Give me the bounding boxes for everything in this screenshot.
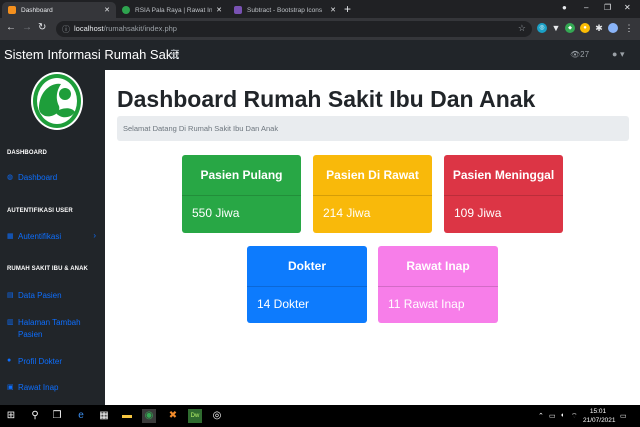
taskbar-clock[interactable]: 15:01 21/07/2021 <box>583 407 616 425</box>
info-icon[interactable]: ⓘ <box>62 24 70 35</box>
minimize-icon[interactable]: – <box>584 3 588 12</box>
book-icon: ▥ <box>7 319 14 326</box>
restore-icon[interactable]: ❐ <box>604 3 611 12</box>
app-icon[interactable]: ◎ <box>210 409 224 423</box>
page-title: Dashboard Rumah Sakit Ibu Dan Anak <box>117 86 536 112</box>
sidebar: DASHBOARD ◍ Dashboard AUTENTIFIKASI USER… <box>0 70 105 405</box>
address-bar[interactable]: ⓘ localhost/rumahsakit/index.php ☆ <box>56 21 532 37</box>
reload-icon[interactable]: ↻ <box>38 22 46 34</box>
tab-favicon-icon <box>234 6 242 14</box>
browser-tab-bootstrap-icons[interactable]: Subtract - Bootstrap Icons ✕ <box>228 2 342 18</box>
close-icon[interactable]: ✕ <box>104 6 110 14</box>
hospital-logo <box>31 72 83 130</box>
task-view-icon[interactable]: ❒ <box>50 409 64 423</box>
card-rawat-inap[interactable]: Rawat Inap 11 Rawat Inap <box>378 246 498 323</box>
forward-icon[interactable]: → <box>22 22 32 34</box>
sidebar-toggle-icon[interactable]: ☰ <box>170 48 180 61</box>
profile-avatar-icon[interactable] <box>608 23 618 33</box>
new-tab-icon[interactable]: + <box>344 3 351 15</box>
xampp-icon[interactable]: ✖ <box>166 409 180 423</box>
card-pasien-pulang[interactable]: Pasien Pulang 550 Jiwa <box>182 155 301 233</box>
tab-favicon-icon <box>8 6 16 14</box>
back-icon[interactable]: ← <box>6 22 16 34</box>
sidebar-heading: AUTENTIFIKASI USER <box>7 208 73 214</box>
card-value: 109 Jiwa <box>454 206 502 220</box>
card-value: 14 Dokter <box>257 297 310 311</box>
close-icon[interactable]: ✕ <box>330 6 336 14</box>
url-text: localhost/rumahsakit/index.php <box>74 24 177 33</box>
search-icon[interactable]: ⚲ <box>28 409 42 423</box>
windows-start-icon[interactable]: ⊞ <box>4 409 18 423</box>
table-icon: ▤ <box>7 292 14 299</box>
tab-label: Subtract - Bootstrap Icons <box>247 6 323 14</box>
wifi-icon[interactable]: ⌔ <box>571 412 578 421</box>
file-explorer-icon[interactable]: ▬ <box>120 409 134 423</box>
extensions-puzzle-icon[interactable]: ✱ <box>594 23 604 33</box>
card-title: Rawat Inap <box>378 246 498 287</box>
card-value: 214 Jiwa <box>323 206 371 220</box>
browser-toolbar: ← → ↻ ⓘ localhost/rumahsakit/index.php ☆… <box>0 18 640 40</box>
columns-icon: ▦ <box>7 233 14 240</box>
main-content: Dashboard Rumah Sakit Ibu Dan Anak Selam… <box>105 70 640 405</box>
window-close-icon[interactable]: ✕ <box>624 3 631 12</box>
sidebar-item-autentifikasi[interactable]: ▦ Autentifikasi › <box>7 231 102 243</box>
sidebar-item-rawat-inap[interactable]: ▣ Rawat Inap <box>7 382 102 394</box>
speedometer-icon: ◍ <box>7 174 14 181</box>
tab-favicon-icon <box>122 6 130 14</box>
user-menu[interactable]: ● ▾ <box>612 49 624 60</box>
network-icon[interactable]: ▭ <box>549 412 556 420</box>
views-counter: 👁27 <box>570 50 590 59</box>
users-icon: ● <box>7 357 12 364</box>
tab-label: RSIA Pala Raya | Rawat Inap <box>135 6 213 14</box>
bookmark-star-icon[interactable]: ☆ <box>518 23 526 34</box>
sidebar-item-profil-dokter[interactable]: ● Profil Dokter <box>7 356 102 368</box>
top-navbar: Sistem Informasi Rumah Sakit ☰ 👁27 ● ▾ <box>0 40 640 70</box>
chevron-right-icon: › <box>93 231 96 240</box>
edge-icon[interactable]: e <box>74 409 88 423</box>
sidebar-item-tambah-pasien[interactable]: ▥ Halaman Tambah Pasien <box>7 317 102 341</box>
card-title: Pasien Di Rawat <box>313 155 432 196</box>
tab-label: Dashboard <box>21 6 53 14</box>
extension-badge-icon[interactable]: ◆ <box>565 23 575 33</box>
card-title: Pasien Meninggal <box>444 155 563 196</box>
extension-icon[interactable]: ● <box>580 23 590 33</box>
dreamweaver-icon[interactable]: Dw <box>188 409 202 423</box>
brand-title[interactable]: Sistem Informasi Rumah Sakit <box>4 47 179 62</box>
card-pasien-di-rawat[interactable]: Pasien Di Rawat 214 Jiwa <box>313 155 432 233</box>
chrome-icon[interactable]: ◉ <box>142 409 156 423</box>
sidebar-item-dashboard[interactable]: ◍ Dashboard <box>7 172 102 184</box>
user-icon: ● <box>612 49 618 59</box>
hospital-icon: ▣ <box>7 384 14 391</box>
sidebar-item-data-pasien[interactable]: ▤ Data Pasien <box>7 290 102 302</box>
breadcrumb: Selamat Datang Di Rumah Sakit Ibu Dan An… <box>117 116 629 141</box>
sidebar-heading: DASHBOARD <box>7 150 47 156</box>
browser-tab-bar: Dashboard ✕ RSIA Pala Raya | Rawat Inap … <box>0 0 640 18</box>
browser-menu-icon[interactable]: ⋮ <box>624 23 634 33</box>
sidebar-heading: RUMAH SAKIT IBU & ANAK <box>7 266 88 272</box>
card-value: 11 Rawat Inap <box>388 297 465 311</box>
browser-tab-dashboard[interactable]: Dashboard ✕ <box>2 2 116 18</box>
vpn-icon[interactable]: ▼ <box>551 23 561 33</box>
eye-icon: 👁 <box>570 50 581 59</box>
tray-chevron-icon[interactable]: ⌃ <box>538 412 544 420</box>
extension-icon[interactable]: ◎ <box>537 23 547 33</box>
card-title: Pasien Pulang <box>182 155 301 196</box>
taskbar: ⊞ ⚲ ❒ e ▦ ▬ ◉ ✖ Dw ◎ ⌃ ▭ ◖ ⌔ 15:01 21/07… <box>0 405 640 427</box>
welcome-text: Selamat Datang Di Rumah Sakit Ibu Dan An… <box>123 124 279 133</box>
browser-tab-rawat-inap[interactable]: RSIA Pala Raya | Rawat Inap ✕ <box>116 2 228 18</box>
browser-profile-icon[interactable]: ● <box>562 3 567 12</box>
card-title: Dokter <box>247 246 367 287</box>
card-pasien-meninggal[interactable]: Pasien Meninggal 109 Jiwa <box>444 155 563 233</box>
volume-icon[interactable]: ◖ <box>560 412 564 419</box>
notification-icon[interactable]: ▭ <box>620 412 627 420</box>
card-value: 550 Jiwa <box>192 206 240 220</box>
store-icon[interactable]: ▦ <box>97 409 111 423</box>
close-icon[interactable]: ✕ <box>216 6 222 14</box>
card-dokter[interactable]: Dokter 14 Dokter <box>247 246 367 323</box>
